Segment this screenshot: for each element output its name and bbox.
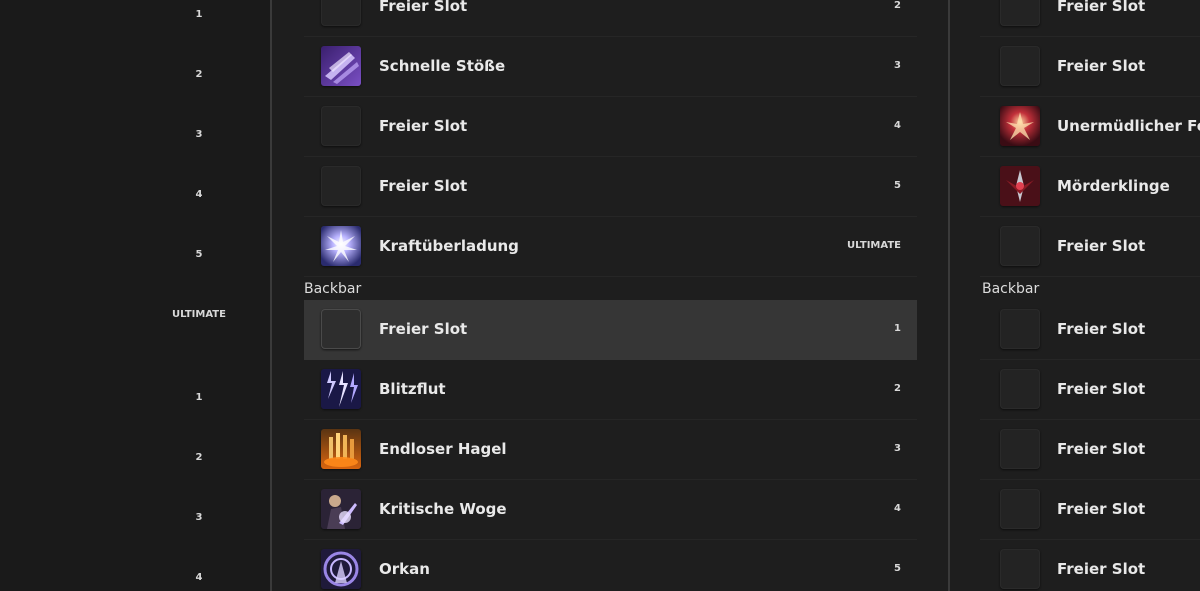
skill-name: Orkan: [379, 560, 430, 578]
slot-number: 1: [894, 323, 901, 334]
slot-number: 2: [894, 383, 901, 394]
skill-name: Freier Slot: [1057, 380, 1146, 398]
slot-number: 2: [894, 0, 901, 11]
skill-row[interactable]: Endloser Hagel 3: [304, 420, 917, 480]
slot-number: 5: [894, 563, 901, 574]
skill-row[interactable]: Freier Slot: [980, 37, 1200, 97]
skill-row[interactable]: Freier Slot: [980, 420, 1200, 480]
skill-row[interactable]: Mörderklinge: [980, 157, 1200, 217]
empty-slot-icon: [1000, 0, 1040, 26]
critical-surge-icon: [321, 489, 361, 529]
skill-row[interactable]: Freier Slot: [980, 0, 1200, 37]
left-slot-column: 1 2 3 4 5 ULTIMATE 1 2 3 4: [0, 0, 270, 591]
slot-number: 3: [894, 443, 901, 454]
skill-row[interactable]: Freier Slot: [980, 217, 1200, 277]
backbar-heading: Backbar: [982, 281, 1040, 297]
skill-row-selected[interactable]: Freier Slot 1: [304, 300, 917, 360]
empty-slot-icon: [1000, 429, 1040, 469]
skill-name: Blitzflut: [379, 380, 446, 398]
killers-blade-icon: [1000, 166, 1040, 206]
empty-slot-icon: [1000, 226, 1040, 266]
skill-row[interactable]: Unermüdlicher Fok: [980, 97, 1200, 157]
overload-icon: [321, 226, 361, 266]
left-slot-number: 2: [195, 452, 203, 463]
right-skill-panel: Freier Slot Freier Slot Unermüdlicher Fo…: [950, 0, 1200, 591]
skill-name: Freier Slot: [1057, 57, 1146, 75]
skill-name: Freier Slot: [1057, 500, 1146, 518]
skill-name: Kritische Woge: [379, 500, 507, 518]
slot-number: 5: [894, 180, 901, 191]
left-slot-number: 4: [195, 189, 203, 200]
left-slot-number: 4: [195, 572, 203, 583]
skill-name: Freier Slot: [1057, 440, 1146, 458]
hurricane-icon: [321, 549, 361, 589]
backbar-heading: Backbar: [304, 281, 362, 297]
skill-bar-editor: 1 2 3 4 5 ULTIMATE 1 2 3 4 Freier Slot 2: [0, 0, 1200, 591]
skill-row[interactable]: Schnelle Stöße 3: [304, 37, 917, 97]
skill-row[interactable]: Freier Slot: [980, 300, 1200, 360]
skill-row[interactable]: Freier Slot: [980, 480, 1200, 540]
skill-name: Unermüdlicher Fok: [1057, 117, 1200, 135]
skill-name: Freier Slot: [379, 320, 468, 338]
skill-name: Freier Slot: [1057, 237, 1146, 255]
lightning-flood-icon: [321, 369, 361, 409]
skill-row[interactable]: Freier Slot 4: [304, 97, 917, 157]
relentless-focus-icon: [1000, 106, 1040, 146]
empty-slot-icon: [1000, 489, 1040, 529]
skill-row[interactable]: Freier Slot: [980, 540, 1200, 591]
left-slot-number: 2: [195, 69, 203, 80]
skill-name: Freier Slot: [379, 117, 468, 135]
empty-slot-icon: [1000, 369, 1040, 409]
skill-name: Freier Slot: [1057, 560, 1146, 578]
empty-slot-icon: [321, 0, 361, 26]
slot-number: 4: [894, 503, 901, 514]
slot-number: ULTIMATE: [847, 240, 901, 251]
skill-row[interactable]: Kraftüberladung ULTIMATE: [304, 217, 917, 277]
skill-row[interactable]: Freier Slot 5: [304, 157, 917, 217]
empty-slot-icon: [321, 309, 361, 349]
skill-name: Kraftüberladung: [379, 237, 519, 255]
left-slot-number: 1: [195, 9, 203, 20]
left-slot-number: 1: [195, 392, 203, 403]
empty-slot-icon: [321, 106, 361, 146]
empty-slot-icon: [1000, 549, 1040, 589]
force-pulse-icon: [321, 46, 361, 86]
slot-number: 4: [894, 120, 901, 131]
skill-name: Freier Slot: [379, 177, 468, 195]
skill-row[interactable]: Kritische Woge 4: [304, 480, 917, 540]
slot-number: 3: [894, 60, 901, 71]
skill-name: Freier Slot: [1057, 320, 1146, 338]
skill-name: Mörderklinge: [1057, 177, 1170, 195]
skill-name: Endloser Hagel: [379, 440, 507, 458]
left-slot-number: ULTIMATE: [172, 309, 226, 320]
endless-hail-icon: [321, 429, 361, 469]
skill-name: Freier Slot: [1057, 0, 1146, 15]
skill-name: Schnelle Stöße: [379, 57, 506, 75]
left-slot-number: 5: [195, 249, 203, 260]
skill-row[interactable]: Orkan 5: [304, 540, 917, 591]
empty-slot-icon: [1000, 46, 1040, 86]
empty-slot-icon: [1000, 309, 1040, 349]
skill-row[interactable]: Freier Slot: [980, 360, 1200, 420]
middle-skill-panel: Freier Slot 2 Schnelle Stöße 3 Freier Sl…: [272, 0, 948, 591]
skill-row[interactable]: Blitzflut 2: [304, 360, 917, 420]
empty-slot-icon: [321, 166, 361, 206]
left-slot-number: 3: [195, 129, 203, 140]
skill-row[interactable]: Freier Slot 2: [304, 0, 917, 37]
skill-name: Freier Slot: [379, 0, 468, 15]
left-slot-number: 3: [195, 512, 203, 523]
